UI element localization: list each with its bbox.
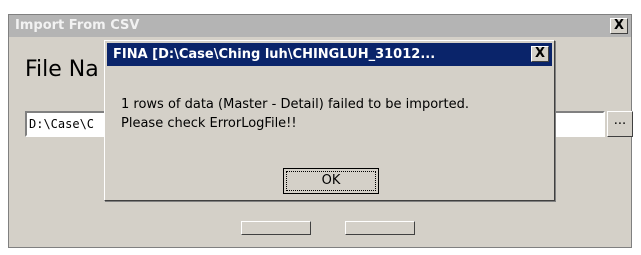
window-close-button[interactable]: X [610, 18, 628, 34]
message-line-2: Please check ErrorLogFile!! [121, 116, 297, 131]
ok-button-label: OK [286, 171, 376, 191]
window-title: Import From CSV [15, 18, 140, 33]
import-button[interactable] [241, 221, 311, 235]
browse-button[interactable]: ... [607, 111, 633, 137]
close-icon: X [613, 18, 625, 33]
file-name-heading: File Na [25, 57, 99, 82]
window-titlebar: Import From CSV X [9, 15, 631, 37]
ok-button[interactable]: OK [283, 168, 379, 194]
dialog-close-button[interactable]: X [531, 46, 549, 62]
dialog-titlebar: FINA [D:\Case\Ching luh\CHINGLUH_31012..… [107, 43, 552, 66]
cancel-button[interactable] [345, 221, 415, 235]
close-icon: X [534, 46, 546, 61]
message-line-1: 1 rows of data (Master - Detail) failed … [121, 97, 469, 112]
error-message-dialog: FINA [D:\Case\Ching luh\CHINGLUH_31012..… [104, 40, 555, 201]
dialog-title: FINA [D:\Case\Ching luh\CHINGLUH_31012..… [113, 47, 436, 62]
